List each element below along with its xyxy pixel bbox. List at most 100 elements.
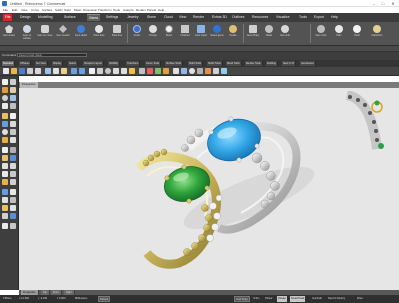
tab-transform[interactable]: Transform — [126, 61, 141, 66]
menu-tools[interactable]: Tools — [113, 8, 120, 12]
menu-view[interactable]: View — [21, 8, 27, 12]
select-arrow-icon[interactable] — [2, 79, 8, 85]
menu-solid[interactable]: Solid — [64, 8, 71, 12]
ribbon-tab-modelling[interactable]: Modelling — [36, 14, 55, 21]
options-icon[interactable] — [213, 68, 219, 74]
tab-display[interactable]: Display — [52, 61, 64, 66]
status-layer[interactable]: Default — [98, 296, 111, 302]
show-icon[interactable] — [155, 68, 161, 74]
menu-panels[interactable]: Panels — [147, 8, 156, 12]
boolean-union-icon[interactable] — [10, 137, 16, 143]
zoom-icon[interactable] — [105, 68, 111, 74]
print-icon[interactable] — [27, 68, 33, 74]
status-ortho[interactable]: Ortho — [252, 296, 261, 302]
fillet-icon[interactable] — [2, 155, 8, 161]
menu-dimension[interactable]: Dimension — [83, 8, 97, 12]
ribbon-button-pave-auto[interactable]: Pavé auto — [92, 24, 106, 44]
ribbon-button-heads[interactable]: Heads — [226, 24, 240, 44]
copy-object-icon[interactable] — [10, 171, 16, 177]
block-icon[interactable] — [10, 223, 16, 229]
ribbon-button-gem-insert[interactable]: Gem insert — [2, 24, 16, 44]
menu-mesh[interactable]: Mesh — [74, 8, 81, 12]
status-gumball[interactable]: Gumball — [311, 296, 323, 302]
render-icon[interactable] — [197, 68, 203, 74]
sphere-solid-icon[interactable] — [2, 129, 8, 135]
hide-icon[interactable] — [147, 68, 153, 74]
arc-icon[interactable] — [10, 95, 16, 101]
subd-icon[interactable] — [10, 147, 16, 153]
box-icon[interactable] — [10, 129, 16, 135]
dimension-icon[interactable] — [2, 197, 8, 203]
tab-viewport-layout[interactable]: Viewport Layout — [83, 61, 104, 66]
zoom-window-icon[interactable] — [113, 68, 119, 74]
move-icon[interactable] — [2, 171, 8, 177]
ribbon-button-prongs[interactable]: Prongs — [146, 24, 160, 44]
menu-file[interactable]: File — [3, 8, 8, 12]
ribbon-tab-export[interactable]: Export — [312, 14, 326, 21]
ribbon-button-pave-free[interactable]: Pavé free — [110, 24, 124, 44]
rotate-icon[interactable] — [2, 179, 8, 185]
point-icon[interactable] — [10, 79, 16, 85]
ribbon-tab-surface[interactable]: Surface — [62, 14, 78, 21]
navigation-widget[interactable] — [341, 91, 397, 151]
extrude-icon[interactable] — [10, 113, 16, 119]
ribbon-button-cutter[interactable]: Cutter — [130, 24, 144, 44]
ribbon-button-pearl[interactable]: Pearl — [350, 24, 364, 44]
redo-icon[interactable] — [79, 68, 85, 74]
cut-icon[interactable] — [45, 68, 51, 74]
ribbon-button-select-gems[interactable]: Select gems — [210, 24, 224, 44]
new-file-icon[interactable] — [3, 68, 9, 74]
paste-icon[interactable] — [61, 68, 67, 74]
mesh-icon[interactable] — [2, 147, 8, 153]
curve-icon[interactable] — [10, 87, 16, 93]
ribbon-button-gem-on-curve[interactable]: Gem on curve — [37, 24, 53, 44]
select-all-icon[interactable] — [139, 68, 145, 74]
ribbon-tab-extras[interactable]: Extras 3D — [210, 14, 229, 21]
ribbon-button-channel[interactable]: Channel — [178, 24, 192, 44]
import-icon[interactable] — [35, 68, 41, 74]
loft-icon[interactable] — [2, 121, 8, 127]
status-record-history[interactable]: Record History — [327, 296, 346, 302]
tab-visibility[interactable]: Visibility — [108, 61, 120, 66]
text-icon[interactable] — [10, 197, 16, 203]
surface-icon[interactable] — [2, 113, 8, 119]
distance-icon[interactable] — [10, 205, 16, 211]
properties-icon[interactable] — [181, 68, 187, 74]
status-grid-snap[interactable]: Grid Snap — [234, 296, 250, 302]
ribbon-tab-view[interactable]: View — [177, 14, 188, 21]
ribbon-button-gem-info[interactable]: Gem info — [278, 24, 292, 44]
analyze-icon[interactable] — [2, 205, 8, 211]
menu-surface[interactable]: Surface — [42, 8, 52, 12]
close-button[interactable]: ✕ — [389, 1, 397, 6]
group-icon[interactable] — [2, 223, 8, 229]
perspective-viewport[interactable] — [19, 88, 399, 290]
gumball-icon[interactable] — [10, 213, 16, 219]
menu-render[interactable]: Render — [136, 8, 146, 12]
tab-mesh-tools[interactable]: Mesh Tools — [226, 61, 242, 66]
maximize-button[interactable]: □ — [379, 1, 387, 6]
ribbon-tab-file[interactable]: File — [3, 14, 13, 21]
ribbon-tab-settings[interactable]: Settings — [104, 14, 120, 21]
status-osnap[interactable]: Osnap — [277, 296, 287, 302]
tab-gemstones[interactable]: Gemstones — [300, 61, 316, 66]
ribbon-button-gem-color[interactable]: Gem color — [314, 24, 328, 44]
command-input[interactable]: Cancel | Undo | Redo — [17, 53, 87, 57]
ribbon-tab-visualize[interactable]: Visualize — [274, 14, 292, 21]
trim-icon[interactable] — [10, 155, 16, 161]
ribbon-tab-render[interactable]: Render — [191, 14, 206, 21]
status-smarttrack[interactable]: SmartTrack — [290, 296, 306, 302]
ribbon-button-claws[interactable]: Claws — [262, 24, 276, 44]
layer-icon[interactable] — [173, 68, 179, 74]
status-planar[interactable]: Planar — [264, 296, 274, 302]
sweep-icon[interactable] — [10, 121, 16, 127]
pan-icon[interactable] — [89, 68, 95, 74]
rotate-view-icon[interactable] — [97, 68, 103, 74]
tab-curve-tools[interactable]: Curve Tools — [145, 61, 162, 66]
tab-cplanes[interactable]: CPlanes — [19, 61, 32, 66]
array-icon[interactable] — [10, 189, 16, 195]
circle-icon[interactable] — [2, 95, 8, 101]
ribbon-tab-design[interactable]: Design — [18, 14, 33, 21]
open-folder-icon[interactable] — [11, 68, 17, 74]
lock-icon[interactable] — [163, 68, 169, 74]
polyline-icon[interactable] — [2, 87, 8, 93]
